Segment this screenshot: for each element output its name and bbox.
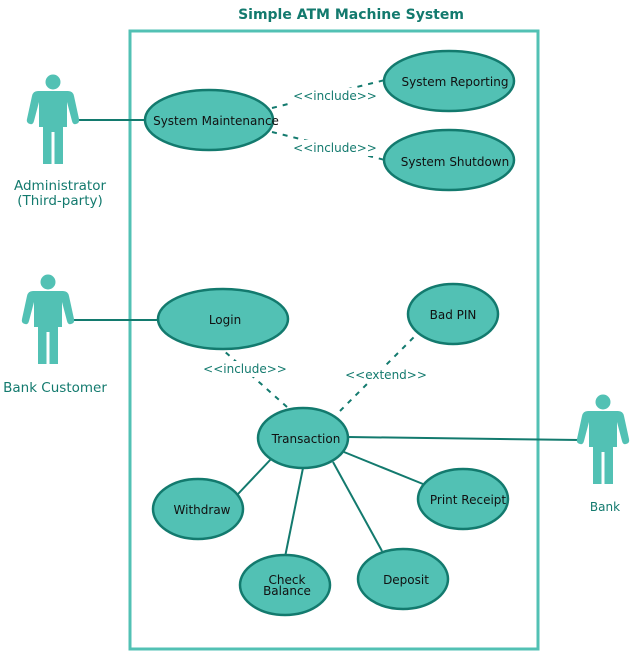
actor-label: Bank <box>590 500 620 514</box>
edge-transaction-deposit <box>332 461 383 552</box>
use-case-label: System Maintenance <box>153 114 279 128</box>
actor-label-line2: (Third-party) <box>17 193 103 209</box>
edge-transaction-withdraw <box>237 457 273 495</box>
use-case-label: Login <box>209 313 241 327</box>
edge-include-login <box>222 349 288 408</box>
use-case-system-shutdown[interactable]: System Shutdown <box>382 128 516 192</box>
use-case-transaction[interactable]: Transaction <box>256 406 350 470</box>
use-case-system-maintenance[interactable]: System Maintenance <box>143 88 279 152</box>
use-case-label: Bad PIN <box>430 308 477 322</box>
use-case-label: System Shutdown <box>401 155 509 169</box>
use-case-check-balance[interactable]: Check Balance <box>238 553 332 617</box>
use-case-label-line2: Balance <box>263 584 311 598</box>
use-case-bad-pin[interactable]: Bad PIN <box>406 282 500 346</box>
use-case-system-reporting[interactable]: System Reporting <box>382 49 516 113</box>
use-case-label: Print Receipt <box>430 493 507 507</box>
use-case-label: Transaction <box>271 432 341 446</box>
edge-transaction-bank <box>347 436 581 441</box>
person-icon <box>26 74 80 164</box>
use-case-deposit[interactable]: Deposit <box>356 547 450 611</box>
use-case-print-receipt[interactable]: Print Receipt <box>416 467 510 531</box>
use-case-label: Deposit <box>383 573 429 587</box>
label-include-login: <<include>> <box>203 362 287 376</box>
edge-transaction-check-balance <box>284 467 304 558</box>
use-case-label: Withdraw <box>174 503 231 517</box>
use-case-diagram: Simple ATM Machine System <<include>> <<… <box>3 7 630 651</box>
label-include-shutdown: <<include>> <box>293 141 377 155</box>
use-case-label: System Reporting <box>402 75 509 89</box>
person-icon <box>21 274 75 364</box>
use-case-login[interactable]: Login <box>156 287 290 351</box>
actor-label: Bank Customer <box>3 380 107 396</box>
actor-administrator[interactable]: Administrator (Third-party) <box>14 74 106 210</box>
label-extend-bad-pin: <<extend>> <box>345 368 427 382</box>
person-icon <box>576 394 630 484</box>
actor-label-line1: Administrator <box>14 178 106 194</box>
actor-bank-customer[interactable]: Bank Customer <box>3 274 107 397</box>
label-include-reporting: <<include>> <box>293 89 377 103</box>
use-case-withdraw[interactable]: Withdraw <box>151 477 245 541</box>
diagram-title: Simple ATM Machine System <box>238 7 464 23</box>
actor-bank[interactable]: Bank <box>576 394 630 515</box>
edge-transaction-print-receipt <box>343 451 424 485</box>
